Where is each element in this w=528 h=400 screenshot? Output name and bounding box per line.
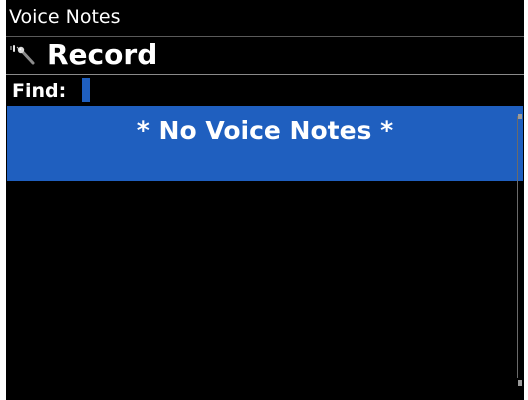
voice-notes-screen: Voice Notes Record Find: * No Voice Note… bbox=[6, 0, 524, 400]
text-cursor bbox=[82, 78, 90, 102]
find-bar: Find: bbox=[6, 76, 524, 104]
empty-list-message: * No Voice Notes * bbox=[136, 116, 394, 145]
find-input[interactable] bbox=[82, 78, 242, 102]
record-label: Record bbox=[47, 38, 158, 71]
app-title: Voice Notes bbox=[9, 6, 121, 28]
find-label: Find: bbox=[12, 80, 67, 102]
voice-notes-list: * No Voice Notes * bbox=[6, 106, 524, 400]
empty-list-item[interactable]: * No Voice Notes * bbox=[7, 106, 523, 181]
scrollbar-top-cap bbox=[518, 114, 522, 119]
record-button[interactable]: Record bbox=[6, 37, 524, 75]
scrollbar[interactable] bbox=[517, 116, 518, 378]
microphone-icon bbox=[10, 45, 35, 65]
title-bar: Voice Notes bbox=[6, 0, 524, 37]
scrollbar-bottom-cap bbox=[518, 380, 522, 386]
